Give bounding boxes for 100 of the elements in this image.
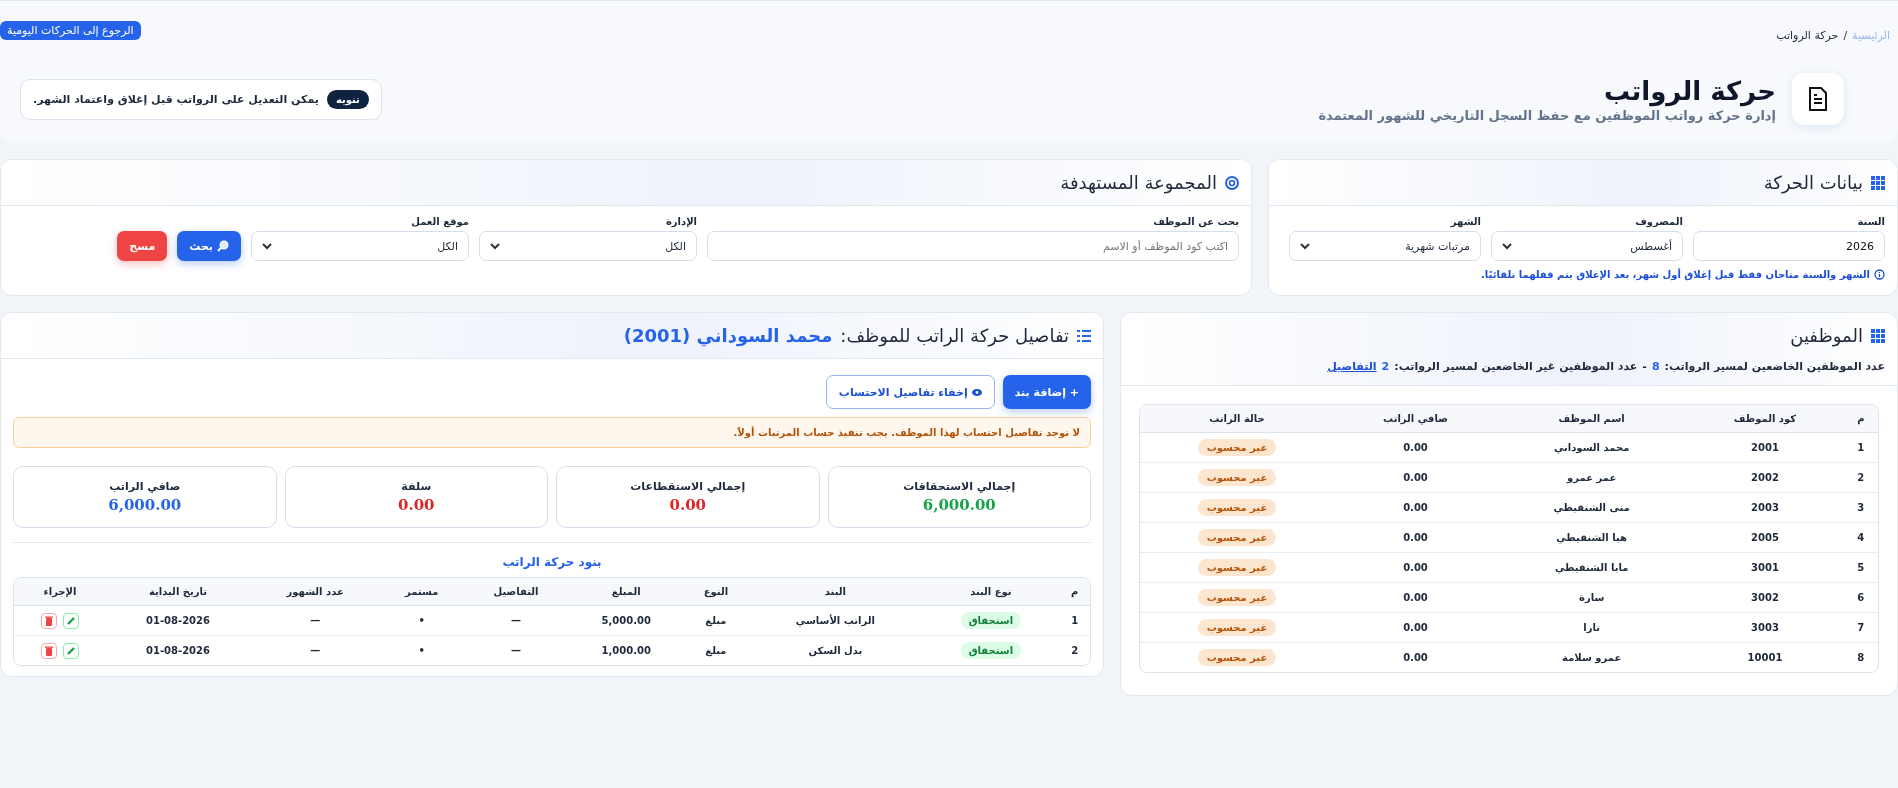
table-cell: 2003 <box>1686 492 1844 523</box>
item-type-badge: استحقاق <box>960 612 1022 629</box>
total-label: سلفة <box>401 480 432 493</box>
hint-text: الشهر والسنة متاحان فقط قبل إغلاق أول شهر، بعد الإغلاق يتم قفلهما تلقائيًا. <box>1481 269 1870 280</box>
select-field[interactable]: الكل <box>479 231 697 261</box>
summary-count: 8 <box>1651 360 1660 373</box>
table-cell: 0.00 <box>1333 642 1497 672</box>
column-header: حالة الراتب <box>1140 405 1334 433</box>
item-type-badge: استحقاق <box>960 642 1022 659</box>
back-button[interactable]: الرجوع إلى الحركات اليومية <box>0 20 141 40</box>
grid-icon <box>1871 328 1885 343</box>
page-title: حركة الرواتب <box>1602 75 1776 106</box>
table-cell: 1 <box>1059 605 1090 636</box>
table-cell: الراتب الأساسي <box>748 605 923 636</box>
table-cell: — <box>463 605 569 636</box>
status-badge: غير محسوب <box>1197 589 1277 606</box>
add-item-button[interactable]: + إضافة بند <box>1002 375 1091 409</box>
table-cell: 10001 <box>1686 642 1844 672</box>
select-field[interactable]: أغسطس <box>1491 231 1683 261</box>
edit-button[interactable] <box>63 642 80 659</box>
table-cell: 1,000.00 <box>568 635 684 665</box>
table-cell: 0.00 <box>1333 582 1497 613</box>
summary-count: 2 <box>1381 360 1390 373</box>
total-label: صافي الراتب <box>109 480 181 493</box>
summary-label: عدد الموظفين غير الخاضعين لمسير الرواتب: <box>1394 360 1638 373</box>
field-label: بحث عن الموظف <box>1152 216 1239 227</box>
column-header: المبلغ <box>568 578 684 606</box>
field-label: الإدارة <box>664 216 697 227</box>
chevron-down-icon <box>1300 242 1310 250</box>
breadcrumb-separator: / <box>1843 28 1848 42</box>
table-cell: هيا الشنقيطي <box>1497 522 1687 553</box>
input-field[interactable]: 2026 <box>1693 231 1885 261</box>
notice-badge: تنويه <box>326 89 369 109</box>
column-header: تاريخ البداية <box>106 578 250 606</box>
table-cell: 0.00 <box>1333 432 1497 463</box>
table-cell: منى الشنقيطي <box>1497 492 1687 523</box>
table-cell: 01-08-2026 <box>106 635 250 665</box>
card-title: بيانات الحركة <box>1763 172 1863 193</box>
info-icon <box>1874 269 1885 280</box>
table-cell: — <box>249 605 381 636</box>
table-cell: 3001 <box>1686 552 1844 583</box>
column-header: صافي الراتب <box>1333 405 1497 433</box>
table-cell: 0.00 <box>1333 492 1497 523</box>
section-title: بنود حركة الراتب <box>501 555 603 569</box>
table-cell: — <box>463 635 569 665</box>
document-icon <box>1792 73 1844 125</box>
column-header: كود الموظف <box>1686 405 1844 433</box>
status-badge: غير محسوب <box>1197 619 1277 636</box>
status-badge: غير محسوب <box>1197 649 1277 666</box>
status-badge: غير محسوب <box>1197 499 1277 516</box>
table-cell: 0.00 <box>1333 462 1497 493</box>
table-cell: 3 <box>1843 492 1878 523</box>
card-title: الموظفين <box>1790 325 1863 346</box>
field-label: الشهر <box>1449 216 1481 227</box>
table-cell: • <box>380 635 464 665</box>
field-label: موقع العمل <box>410 216 469 227</box>
list-icon <box>1077 329 1091 342</box>
select-field[interactable]: مرتبات شهرية <box>1289 231 1481 261</box>
column-header: الإجراء <box>14 578 107 606</box>
delete-button[interactable] <box>41 642 58 659</box>
hide-details-button[interactable]: إخفاء تفاصيل الاحتساب <box>825 375 995 409</box>
table-cell: 7 <box>1843 612 1878 643</box>
clear-button[interactable]: مسح <box>117 231 168 261</box>
column-header: البند <box>748 578 923 606</box>
search-button[interactable]: بحث <box>177 231 241 261</box>
column-header: النوع <box>683 578 749 606</box>
card-title: المجموعة المستهدفة <box>1060 172 1217 193</box>
details-link[interactable]: التفاصيل <box>1327 360 1377 373</box>
chevron-down-icon <box>490 242 500 250</box>
total-label: إجمالي الاستحقاقات <box>903 480 1016 493</box>
grid-icon <box>1871 175 1885 190</box>
status-badge: غير محسوب <box>1197 559 1277 576</box>
column-header: التفاصيل <box>463 578 569 606</box>
trash-icon <box>45 615 54 626</box>
warning-message: لا توجد تفاصيل احتساب لهذا الموظف. يجب تنفيذ حساب المرتبات أولاً. <box>13 417 1091 448</box>
total-value: 0.00 <box>398 496 435 514</box>
column-header: عدد الشهور <box>249 578 381 606</box>
trash-icon <box>45 645 54 656</box>
table-cell: مبلغ <box>683 605 749 636</box>
delete-button[interactable] <box>41 612 58 629</box>
edit-button[interactable] <box>63 612 80 629</box>
table-cell: 6 <box>1843 582 1878 613</box>
field-label: السنة <box>1856 216 1885 227</box>
table-cell: 2005 <box>1686 522 1844 553</box>
notice-text: يمكن التعديل على الرواتب قبل إغلاق واعتماد الشهر. <box>33 92 319 106</box>
page-subtitle: إدارة حركة رواتب الموظفين مع حفظ السجل التاريخي للشهور المعتمدة <box>1318 107 1776 123</box>
search-icon <box>217 240 229 252</box>
column-header: م <box>1843 405 1878 433</box>
select-field[interactable]: الكل <box>251 231 469 261</box>
table-cell: 3002 <box>1686 582 1844 613</box>
table-cell: سارة <box>1497 582 1687 613</box>
total-value: 6,000.00 <box>108 496 182 514</box>
total-label: إجمالي الاستقطاعات <box>630 480 746 493</box>
table-cell: 4 <box>1843 522 1878 553</box>
field-label: المصروف <box>1634 216 1683 227</box>
table-cell: 2001 <box>1686 432 1844 463</box>
table-cell: 5,000.00 <box>568 605 684 636</box>
column-header: مستمر <box>380 578 464 606</box>
target-icon <box>1225 175 1239 190</box>
table-cell: محمد السوداني <box>1497 432 1687 463</box>
